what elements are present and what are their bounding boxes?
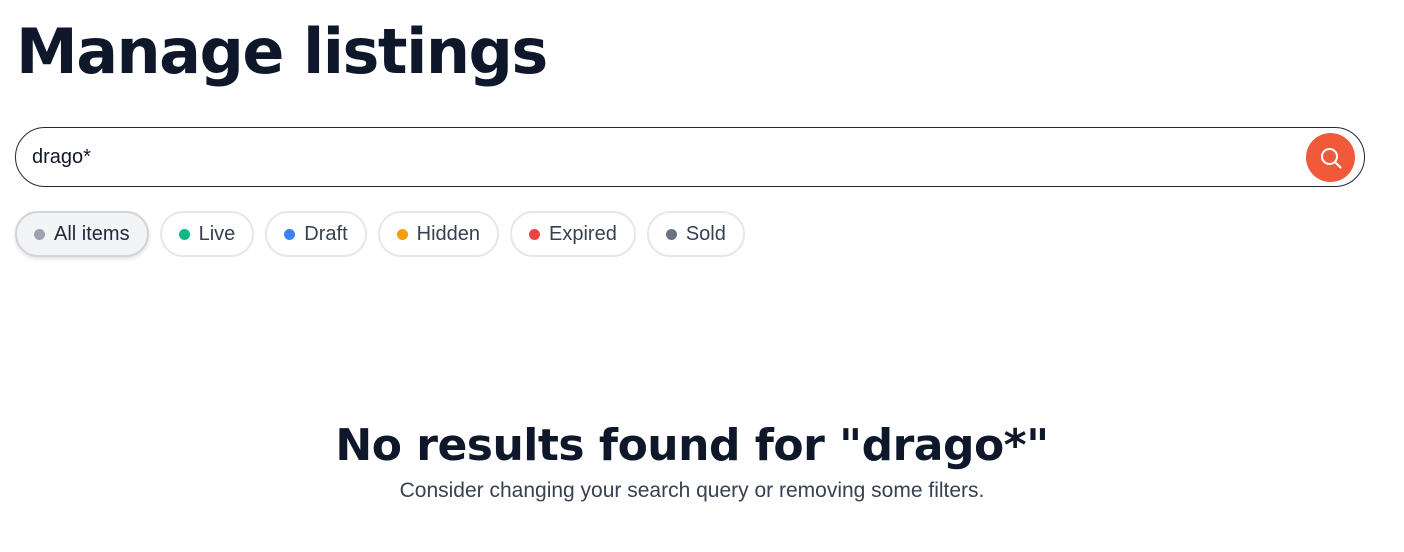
status-filters: All items Live Draft Hidden Expired Sold <box>15 211 745 257</box>
status-dot <box>284 228 296 240</box>
status-dot <box>34 228 45 240</box>
filter-chip-hidden[interactable]: Hidden <box>377 211 500 257</box>
search-bar <box>15 127 1365 187</box>
search-button[interactable] <box>1306 133 1355 182</box>
empty-state: No results found for "drago*" Consider c… <box>0 414 1384 504</box>
status-dot <box>178 228 190 240</box>
status-dot <box>529 228 541 240</box>
filter-chip-draft[interactable]: Draft <box>265 211 367 257</box>
search-icon <box>1320 147 1341 168</box>
status-dot <box>665 228 677 240</box>
filter-chip-label: Draft <box>304 222 348 245</box>
filter-chip-live[interactable]: Live <box>159 211 255 257</box>
filter-chip-sold[interactable]: Sold <box>646 211 745 257</box>
status-dot <box>396 228 408 240</box>
filter-chip-label: Sold <box>685 222 726 245</box>
empty-state-title: No results found for "drago*" <box>335 420 1049 471</box>
empty-state-subtitle: Consider changing your search query or r… <box>399 479 985 502</box>
page-title: Manage listings <box>16 15 548 88</box>
filter-chip-all-items[interactable]: All items <box>15 211 149 257</box>
filter-chip-expired[interactable]: Expired <box>510 211 636 257</box>
filter-chip-label: All items <box>54 222 130 245</box>
filter-chip-label: Expired <box>549 222 617 245</box>
filter-chip-label: Hidden <box>416 222 481 245</box>
search-input[interactable] <box>32 128 1292 186</box>
filter-chip-label: Live <box>198 222 236 245</box>
